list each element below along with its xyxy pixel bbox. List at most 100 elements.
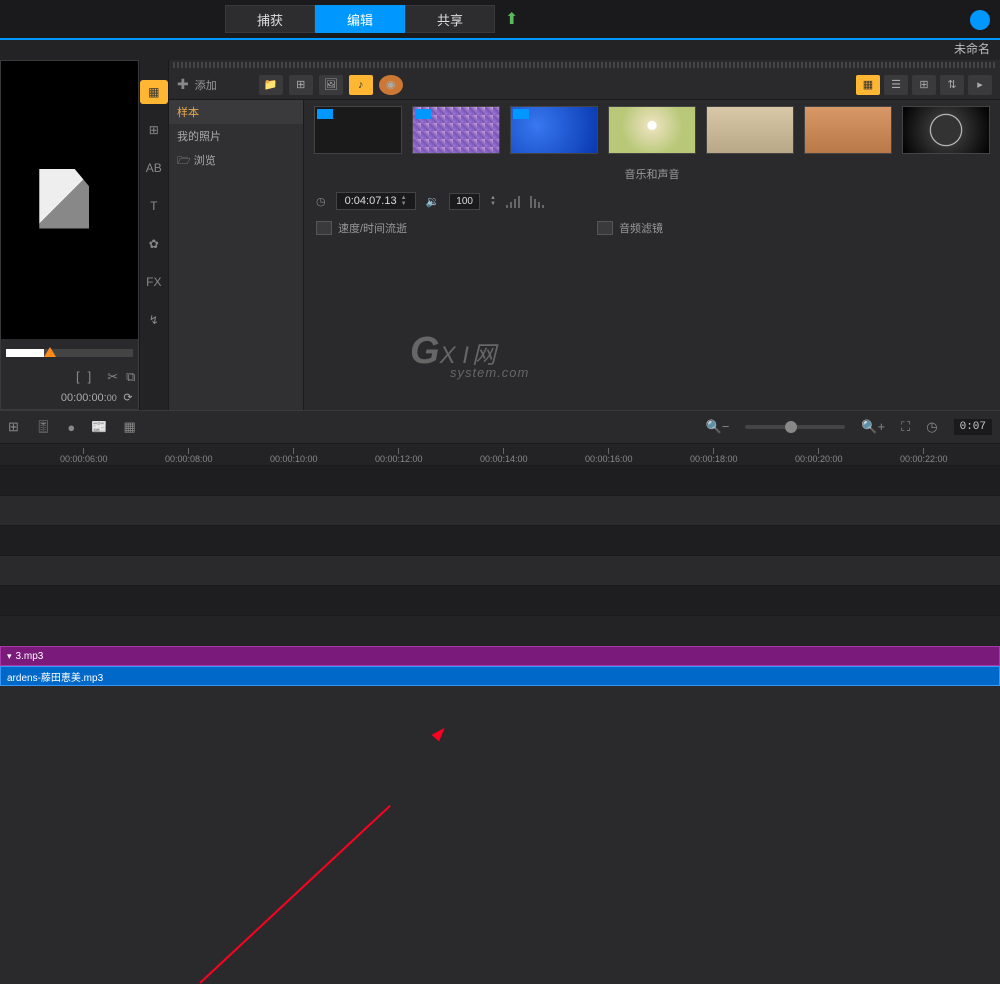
speaker-icon[interactable]: 🔉 xyxy=(426,195,440,208)
ruler-mark: 00:00:08:00 xyxy=(165,448,213,464)
hd-badge xyxy=(415,109,431,119)
tool-title-icon[interactable]: T xyxy=(140,194,168,218)
sort-icon[interactable]: ⇅ xyxy=(940,75,964,95)
tool-graphic-icon[interactable]: ✿ xyxy=(140,232,168,256)
clock-icon[interactable]: ◉ xyxy=(379,75,403,95)
library-content: 音乐和声音 ◷ 0:04:07.13 ▲▼ 🔉 100 ▲▼ xyxy=(304,100,1000,410)
clip-label: 3.mp3 xyxy=(16,651,44,662)
tab-edit[interactable]: 编辑 xyxy=(315,5,405,33)
thumbnail-row xyxy=(304,100,1000,160)
view-thumb-large-icon[interactable]: ⊞ xyxy=(912,75,936,95)
video-track[interactable] xyxy=(0,466,1000,496)
ruler-mark: 00:00:10:00 xyxy=(270,448,318,464)
folder-my-photos[interactable]: 我的照片 xyxy=(169,124,303,148)
tl-mixer-icon[interactable]: 🎚 xyxy=(35,419,52,435)
spinner-icon[interactable]: ▲▼ xyxy=(401,195,407,207)
add-label[interactable]: 添加 xyxy=(195,77,217,93)
timeline-ruler[interactable]: 00:00:06:00 00:00:08:00 00:00:10:00 00:0… xyxy=(0,444,1000,466)
add-plus-icon[interactable]: ✚ xyxy=(177,76,189,93)
clock2-icon[interactable]: ◷ xyxy=(926,419,937,435)
audio-controls: ◷ 0:04:07.13 ▲▼ 🔉 100 ▲▼ xyxy=(304,188,1000,214)
music-file-icon xyxy=(39,169,99,229)
ruler-mark: 00:00:12:00 xyxy=(375,448,423,464)
ruler-mark: 00:00:20:00 xyxy=(795,448,843,464)
scrubber-progress xyxy=(6,349,44,357)
top-tab-bar: 捕获 编辑 共享 ⬆ xyxy=(0,0,1000,40)
tool-fx-icon[interactable]: FX xyxy=(140,270,168,294)
ruler-mark: 00:00:18:00 xyxy=(690,448,738,464)
fade-in-icon[interactable] xyxy=(506,194,520,208)
tl-subtitle-icon[interactable]: 📰 xyxy=(91,419,107,435)
clip-thumb[interactable] xyxy=(510,106,598,154)
collapse-icon[interactable]: ▸ xyxy=(968,75,992,95)
zoom-out-icon[interactable]: 🔍− xyxy=(706,419,730,435)
hd-badge xyxy=(513,109,529,119)
folder-tree: 样本 我的照片 🗁 浏览 xyxy=(169,100,304,410)
zoom-thumb[interactable] xyxy=(785,421,797,433)
tl-storyboard-icon[interactable]: ⊞ xyxy=(8,419,19,435)
panel-grip[interactable] xyxy=(173,62,996,68)
filter-icon xyxy=(597,221,613,235)
view-mode-group: ▦ ☰ ⊞ ⇅ ▸ xyxy=(856,75,992,95)
fade-out-icon[interactable] xyxy=(530,194,544,208)
scrubber[interactable] xyxy=(6,349,133,357)
preview-viewport[interactable] xyxy=(1,61,138,336)
vol-spinner-icon[interactable]: ▲▼ xyxy=(490,195,496,207)
ruler-mark: 00:00:16:00 xyxy=(585,448,633,464)
view-list-icon[interactable]: ☰ xyxy=(884,75,908,95)
clip-thumb[interactable] xyxy=(608,106,696,154)
film-filter-icon[interactable]: ⊞ xyxy=(289,75,313,95)
title-track[interactable] xyxy=(0,526,1000,556)
scrubber-handle-icon[interactable] xyxy=(44,347,56,357)
voice-track[interactable] xyxy=(0,556,1000,586)
zoom-slider[interactable] xyxy=(745,425,845,429)
expand-icon[interactable]: ▾ xyxy=(7,651,12,662)
timeline-tracks xyxy=(0,466,1000,646)
overlay-track[interactable] xyxy=(0,496,1000,526)
music-track-empty[interactable] xyxy=(0,586,1000,616)
upload-icon[interactable]: ⬆ xyxy=(505,9,518,29)
side-toolbar: ▦ ⊞ AB T ✿ FX ↯ xyxy=(139,60,169,410)
browse-row[interactable]: 🗁 浏览 xyxy=(169,148,303,175)
globe-icon[interactable] xyxy=(970,10,990,30)
clip-thumb[interactable] xyxy=(706,106,794,154)
library-panel: ✚ 添加 📁 ⊞ 🖼 ♪ ◉ ▦ ☰ ⊞ ⇅ ▸ 样本 我的照片 🗁 浏览 xyxy=(169,60,1000,410)
tool-film-icon[interactable]: ⊞ xyxy=(140,118,168,142)
clip-thumb[interactable] xyxy=(412,106,500,154)
tl-record-icon[interactable]: ● xyxy=(67,420,75,435)
mark-out-icon[interactable]: ] xyxy=(88,369,92,385)
browse-icon: 🗁 xyxy=(177,155,191,167)
option-row: 速度/时间流逝 音频滤镜 xyxy=(304,214,1000,242)
tab-capture[interactable]: 捕获 xyxy=(225,5,315,33)
filter-option[interactable]: 音频滤镜 xyxy=(597,220,663,236)
image-filter-icon[interactable]: 🖼 xyxy=(319,75,343,95)
ruler-mark: 00:00:22:00 xyxy=(900,448,948,464)
audio-clip-1[interactable]: ▾ 3.mp3 xyxy=(0,646,1000,666)
tool-media-icon[interactable]: ▦ xyxy=(140,80,168,104)
tl-chapter-icon[interactable]: ▦ xyxy=(123,419,135,435)
audio-clip-2[interactable]: ardens-藤田恵美.mp3 xyxy=(0,666,1000,686)
preview-timecode: 00:00:00:00 ⟳ xyxy=(6,391,133,405)
folder-sample[interactable]: 样本 xyxy=(169,100,303,124)
volume-field[interactable]: 100 xyxy=(449,193,480,210)
tool-transition-icon[interactable]: AB xyxy=(140,156,168,180)
mark-in-icon[interactable]: [ xyxy=(76,369,80,385)
speed-option[interactable]: 速度/时间流逝 xyxy=(316,220,407,236)
clip-thumb[interactable] xyxy=(314,106,402,154)
duration-field[interactable]: 0:04:07.13 ▲▼ xyxy=(336,192,416,210)
folder-icon[interactable]: 📁 xyxy=(259,75,283,95)
clip-thumb[interactable] xyxy=(902,106,990,154)
fit-icon[interactable]: ⛶ xyxy=(901,419,910,435)
cut-icon[interactable]: ✂ xyxy=(107,369,118,385)
ruler-mark: 00:00:14:00 xyxy=(480,448,528,464)
audio-filter-icon[interactable]: ♪ xyxy=(349,75,373,95)
clip-thumb[interactable] xyxy=(804,106,892,154)
library-body: 样本 我的照片 🗁 浏览 音乐和声音 xyxy=(169,100,1000,410)
ruler-mark: 00:00:06:00 xyxy=(60,448,108,464)
dup-icon[interactable]: ⧉ xyxy=(126,369,135,385)
view-thumb-small-icon[interactable]: ▦ xyxy=(856,75,880,95)
zoom-in-icon[interactable]: 🔍+ xyxy=(861,419,885,435)
timeline-toolbar: ⊞ 🎚 ● 📰 ▦ 🔍− 🔍+ ⛶ ◷ 0:07 xyxy=(0,410,1000,444)
tab-share[interactable]: 共享 xyxy=(405,5,495,33)
tool-path-icon[interactable]: ↯ xyxy=(140,308,168,332)
